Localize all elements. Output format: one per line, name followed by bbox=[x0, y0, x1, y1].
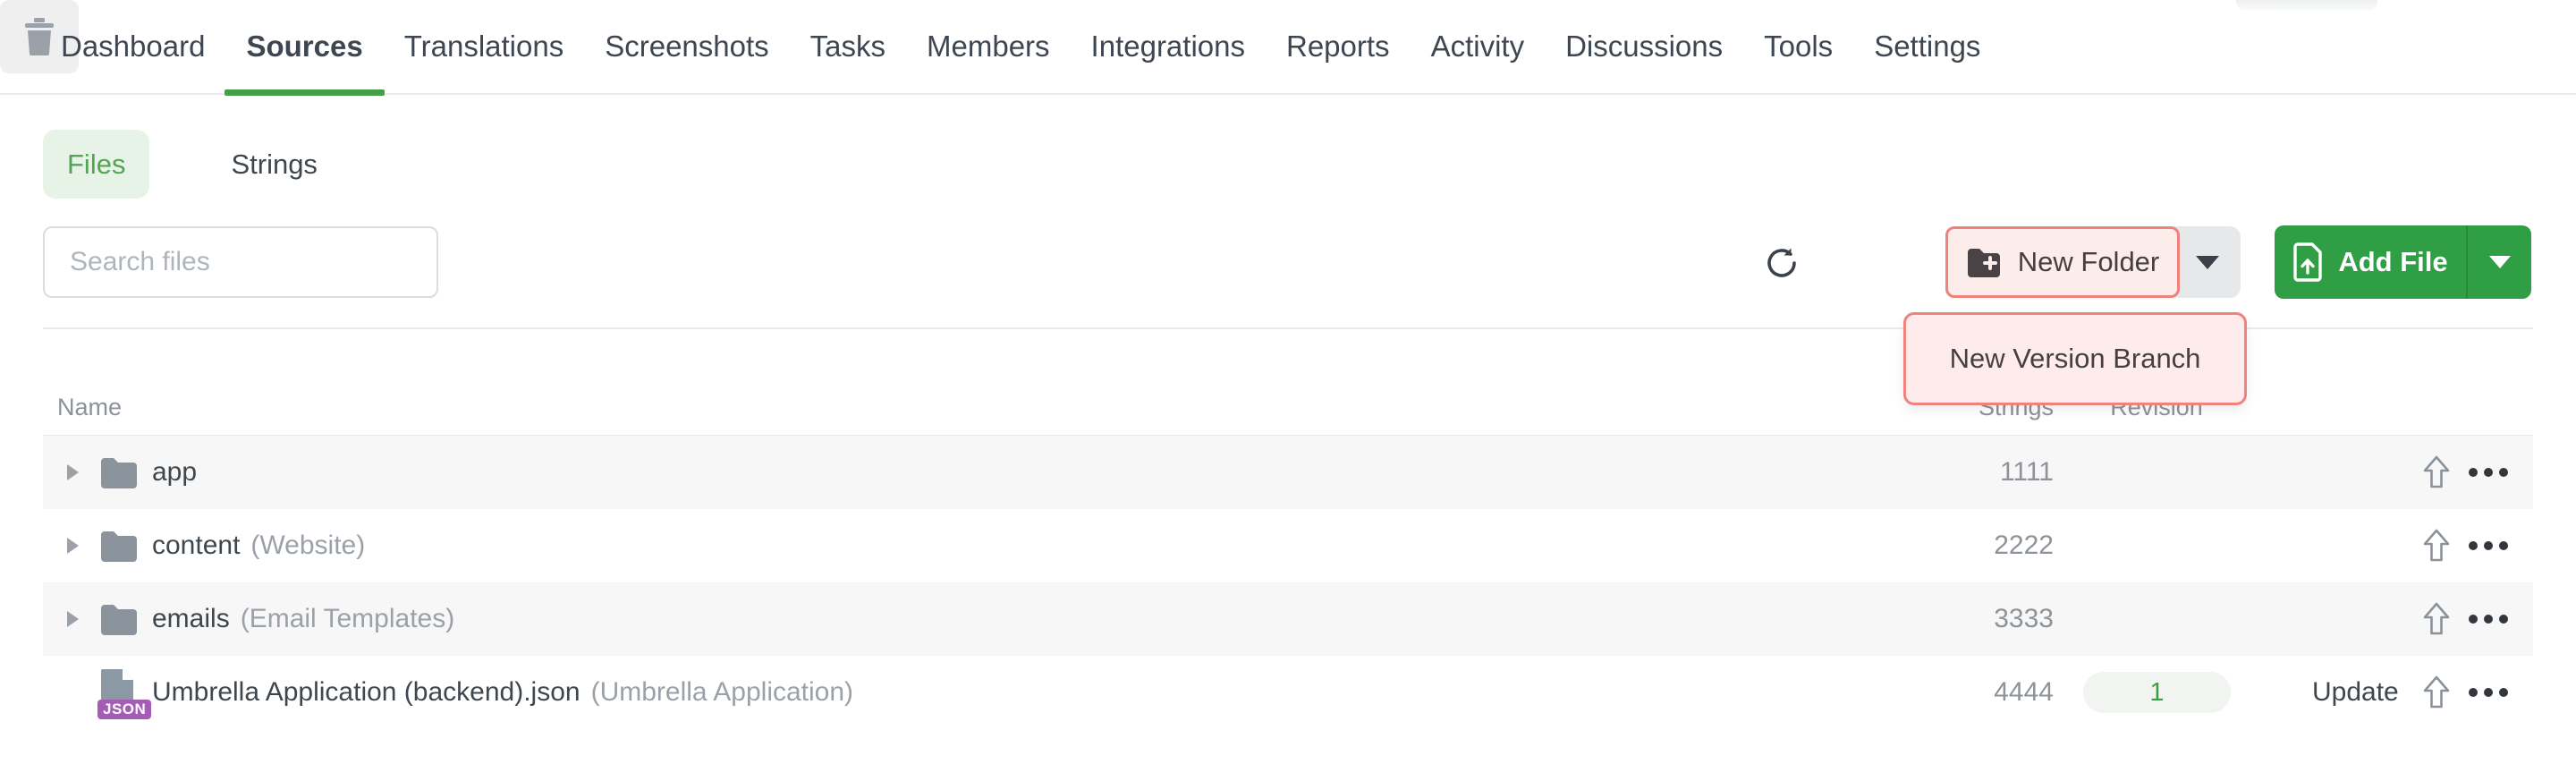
nav-tab-reports[interactable]: Reports bbox=[1286, 0, 1390, 94]
refresh-icon bbox=[1763, 244, 1801, 282]
row-menu-button[interactable] bbox=[2463, 675, 2513, 710]
row-menu-button[interactable] bbox=[2463, 601, 2513, 637]
row-label: content (Website) bbox=[152, 531, 365, 561]
table-row[interactable]: JSONUmbrella Application (backend).json(… bbox=[43, 656, 2533, 729]
ellipsis-menu-icon bbox=[2469, 468, 2478, 477]
table-row[interactable]: content (Website) 2222 bbox=[43, 509, 2533, 582]
table-row[interactable]: emails (Email Templates) 3333 bbox=[43, 582, 2533, 656]
upload-icon bbox=[2421, 601, 2452, 637]
folder-icon bbox=[99, 530, 139, 562]
file-upload-icon bbox=[2292, 242, 2323, 282]
add-file-dropdown-toggle[interactable] bbox=[2466, 225, 2531, 299]
file-table-body: app 1111 content (Website) 2222 emails (Email … bbox=[43, 435, 2533, 729]
upload-button[interactable] bbox=[2413, 669, 2460, 716]
folder-icon bbox=[99, 603, 139, 635]
folder-plus-icon bbox=[1966, 247, 2002, 277]
row-label: Umbrella Application (backend).json (Umbr… bbox=[152, 677, 853, 708]
expand-caret-icon[interactable] bbox=[67, 531, 94, 561]
new-version-branch-menu-item[interactable]: New Version Branch bbox=[1903, 312, 2247, 405]
row-label: app bbox=[152, 457, 197, 488]
upload-button[interactable] bbox=[2413, 522, 2460, 569]
row-name: Umbrella Application (backend).json bbox=[152, 677, 580, 707]
nav-tab-members[interactable]: Members bbox=[927, 0, 1050, 94]
row-note: (Umbrella Application) bbox=[591, 677, 853, 707]
strings-count: 2222 bbox=[1839, 531, 2054, 561]
new-folder-split-button: New Folder bbox=[1945, 226, 2241, 298]
expand-caret-icon[interactable] bbox=[67, 604, 94, 634]
upload-icon bbox=[2421, 675, 2452, 710]
row-note: (Website) bbox=[250, 531, 365, 560]
upload-icon bbox=[2421, 528, 2452, 564]
strings-count: 4444 bbox=[1839, 677, 2054, 708]
strings-count: 1111 bbox=[1839, 457, 2054, 488]
expand-caret-icon[interactable] bbox=[67, 457, 94, 488]
new-folder-dropdown-toggle[interactable] bbox=[2174, 226, 2241, 298]
refresh-button[interactable] bbox=[1755, 236, 1809, 290]
strings-count: 3333 bbox=[1839, 604, 2054, 634]
column-header-name: Name bbox=[57, 394, 122, 421]
caret-down-icon bbox=[2196, 256, 2219, 269]
upload-button[interactable] bbox=[2413, 596, 2460, 642]
json-file-icon: JSON bbox=[99, 667, 140, 717]
row-name: emails bbox=[152, 604, 230, 633]
nav-tab-translations[interactable]: Translations bbox=[404, 0, 564, 94]
row-name: content bbox=[152, 531, 240, 560]
ellipsis-menu-icon bbox=[2469, 688, 2478, 697]
row-note: (Email Templates) bbox=[241, 604, 455, 633]
ellipsis-menu-icon bbox=[2469, 541, 2478, 550]
nav-tab-dashboard[interactable]: Dashboard bbox=[61, 0, 205, 94]
add-file-button[interactable]: Add File bbox=[2275, 225, 2466, 299]
nav-tab-sources[interactable]: Sources bbox=[246, 0, 362, 94]
nav-tab-tools[interactable]: Tools bbox=[1764, 0, 1833, 94]
revision-badge: 1 bbox=[2083, 672, 2231, 713]
nav-tab-settings[interactable]: Settings bbox=[1874, 0, 1980, 94]
nav-tab-discussions[interactable]: Discussions bbox=[1565, 0, 1723, 94]
nav-tab-tasks[interactable]: Tasks bbox=[810, 0, 886, 94]
add-file-label: Add File bbox=[2338, 246, 2447, 278]
cutoff-toast bbox=[2236, 0, 2377, 10]
top-nav: Dashboard Sources Translations Screenshots T… bbox=[0, 0, 2576, 95]
table-row[interactable]: app 1111 bbox=[43, 436, 2533, 509]
tab-files[interactable]: Files bbox=[43, 130, 149, 199]
upload-button[interactable] bbox=[2413, 449, 2460, 496]
nav-tab-screenshots[interactable]: Screenshots bbox=[605, 0, 768, 94]
caret-down-icon bbox=[2489, 256, 2511, 268]
ellipsis-menu-icon bbox=[2469, 615, 2478, 624]
row-menu-button[interactable] bbox=[2463, 454, 2513, 490]
tab-strings[interactable]: Strings bbox=[231, 149, 317, 181]
new-folder-label: New Folder bbox=[2018, 246, 2160, 278]
nav-tab-activity[interactable]: Activity bbox=[1431, 0, 1525, 94]
add-file-split-button: Add File bbox=[2275, 225, 2531, 299]
view-tabs: Files Strings bbox=[43, 130, 318, 199]
new-folder-button[interactable]: New Folder bbox=[1945, 226, 2180, 298]
update-link[interactable]: Update bbox=[2312, 677, 2399, 708]
row-label: emails (Email Templates) bbox=[152, 604, 454, 634]
search-input[interactable] bbox=[43, 226, 438, 298]
nav-tab-integrations[interactable]: Integrations bbox=[1091, 0, 1245, 94]
upload-icon bbox=[2421, 454, 2452, 490]
json-badge: JSON bbox=[97, 700, 151, 719]
row-name: app bbox=[152, 457, 197, 487]
row-menu-button[interactable] bbox=[2463, 528, 2513, 564]
folder-icon bbox=[99, 456, 139, 488]
